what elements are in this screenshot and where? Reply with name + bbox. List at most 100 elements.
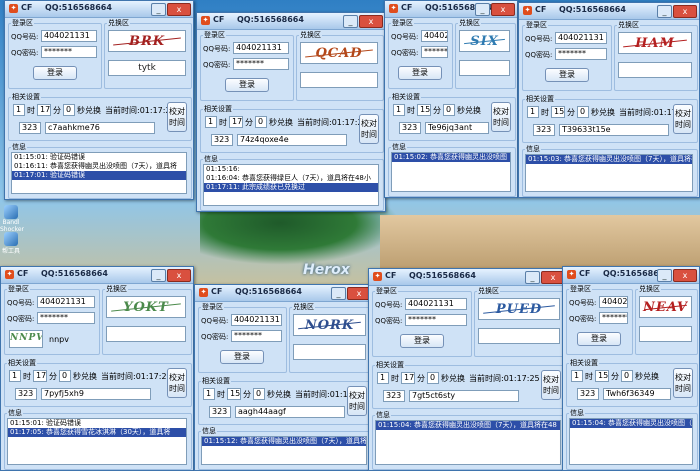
count-field[interactable]: 323 <box>209 406 231 418</box>
password-field[interactable]: ******* <box>405 314 467 326</box>
minute-field[interactable]: 15 <box>551 106 565 118</box>
hour-field[interactable]: 1 <box>571 370 583 382</box>
minute-field[interactable]: 17 <box>401 372 415 384</box>
minimize-button[interactable]: _ <box>331 287 346 300</box>
title-bar[interactable]: ✦ CF QQ:516568664 _ x <box>197 13 385 30</box>
log-entry[interactable]: 01:17:01: 验证码错误 <box>12 171 186 180</box>
qq-number-field[interactable]: 404021131 <box>405 298 467 310</box>
app-window[interactable]: ✦CFQQ:516568664_x登录区QQ号码:404021131QQ密码:*… <box>368 268 568 471</box>
log-list[interactable]: 01:15:01: 验证码错误 01:17:05: 恭喜您获得雪花冰淇淋（30天）… <box>7 418 187 465</box>
captcha-answer-input[interactable] <box>300 72 378 88</box>
qq-number-field[interactable]: 404021131 <box>37 296 95 308</box>
login-button[interactable]: 登录 <box>545 68 589 82</box>
calibrate-time-button[interactable]: 校对 时间 <box>673 368 693 398</box>
login-button[interactable]: 登录 <box>220 350 264 364</box>
desktop-icon-tool[interactable]: 帮工具 <box>0 232 22 255</box>
app-window[interactable]: ✦CFQQ:516568664_x登录区QQ号码:404021131QQ密码:*… <box>518 2 700 198</box>
app-window[interactable]: ✦CFQQ:516568664_x登录区QQ号码:404021131QQ密码:*… <box>0 266 194 471</box>
log-entry[interactable]: 01:15:03: 恭喜您获得幽灵出没喷图（7天），道具将在4 <box>526 155 692 164</box>
calibrate-time-button[interactable]: 校对 时间 <box>347 386 367 416</box>
log-entry[interactable]: 01:15:16: <box>204 165 378 174</box>
code-field[interactable]: 7pyfj5xh9 <box>41 388 151 400</box>
calibrate-time-button[interactable]: 校对 时间 <box>167 368 187 398</box>
hour-field[interactable]: 1 <box>527 106 539 118</box>
calibrate-time-button[interactable]: 校对 时间 <box>541 370 561 400</box>
title-bar[interactable]: ✦ CF QQ:516568664 _ x <box>519 3 699 20</box>
title-bar[interactable]: ✦ CF QQ:516568664 _ x <box>369 269 567 286</box>
close-button[interactable]: x <box>359 15 383 28</box>
minimize-button[interactable]: _ <box>525 271 540 284</box>
hour-field[interactable]: 1 <box>393 104 405 116</box>
code-field[interactable]: T39633t15e <box>559 124 669 136</box>
title-bar[interactable]: ✦ CF QQ:516568664 _ x <box>195 285 373 302</box>
minimize-button[interactable]: _ <box>151 3 166 16</box>
log-entry[interactable]: 01:17:05: 恭喜您获得雪花冰淇淋（30天），道具将 <box>8 428 186 437</box>
login-button[interactable]: 登录 <box>398 66 442 80</box>
log-entry[interactable]: 01:17:11: 此宗成绩获已兑换过 <box>204 183 378 192</box>
log-list[interactable]: 01:15:03: 恭喜您获得幽灵出没喷图（7天），道具将在4 <box>525 154 693 192</box>
minute-field[interactable]: 17 <box>33 370 47 382</box>
log-list[interactable]: 01:15:04: 恭喜您获得幽灵出没喷图（7天），道具将在4 <box>569 418 693 465</box>
login-button[interactable]: 登录 <box>33 66 77 80</box>
second-field[interactable]: 0 <box>427 372 439 384</box>
code-field[interactable]: 7gt5ct6sty <box>409 390 519 402</box>
count-field[interactable]: 323 <box>577 388 599 400</box>
log-list[interactable]: 01:15:16: 01:16:04: 恭喜您获得绿巨人（7天），道具将在48小 0… <box>203 164 379 206</box>
second-field[interactable]: 0 <box>577 106 589 118</box>
qq-number-field[interactable]: 404021131 <box>233 42 289 54</box>
code-field[interactable]: aagh44aagf <box>235 406 345 418</box>
app-window[interactable]: ✦CFQQ:516568664_x登录区QQ号码:404021131QQ密码:*… <box>196 12 386 212</box>
qq-number-field[interactable]: 404021131 <box>555 32 607 44</box>
password-field[interactable]: ******* <box>233 58 289 70</box>
qq-number-field[interactable]: 404021131 <box>421 30 448 42</box>
second-field[interactable]: 0 <box>63 104 75 116</box>
log-list[interactable]: 01:15:02: 恭喜您获得幽灵出没喷图（7天），道具将在4 <box>391 152 511 192</box>
log-entry[interactable]: 01:16:04: 恭喜您获得绿巨人（7天），道具将在48小 <box>204 174 378 183</box>
captcha-answer-input[interactable]: tytk <box>108 60 186 76</box>
code-field[interactable]: Twh6f36349 <box>603 388 671 400</box>
second-field[interactable]: 0 <box>253 388 265 400</box>
login-button[interactable]: 登录 <box>400 334 444 348</box>
close-button[interactable]: x <box>491 3 515 16</box>
calibrate-time-button[interactable]: 校对 时间 <box>359 114 379 144</box>
second-field[interactable]: 0 <box>255 116 267 128</box>
log-entry[interactable]: 01:15:01: 验证码错误 <box>8 419 186 428</box>
captcha-answer-input[interactable] <box>639 326 692 342</box>
calibrate-time-button[interactable]: 校对 时间 <box>167 102 187 132</box>
app-window[interactable]: ✦CFQQ:516568664_x登录区QQ号码:404021131QQ密码:*… <box>4 0 194 200</box>
password-field[interactable]: ******* <box>555 48 607 60</box>
qq-number-field[interactable]: 404021131 <box>599 296 628 308</box>
minute-field[interactable]: 15 <box>595 370 609 382</box>
password-field[interactable]: ******* <box>231 330 282 342</box>
minimize-button[interactable]: _ <box>151 269 166 282</box>
qq-number-field[interactable]: 404021131 <box>41 30 97 42</box>
minimize-button[interactable]: _ <box>475 3 490 16</box>
captcha-answer-input[interactable] <box>618 62 692 78</box>
minute-field[interactable]: 15 <box>417 104 431 116</box>
count-field[interactable]: 323 <box>533 124 555 136</box>
count-field[interactable]: 323 <box>15 388 37 400</box>
desktop-icon-shocker[interactable]: Bandl Shocker <box>0 205 24 233</box>
code-field[interactable]: c7aahkme76 <box>45 122 155 134</box>
minimize-button[interactable]: _ <box>657 269 672 282</box>
captcha-answer-input[interactable] <box>459 60 510 76</box>
login-button[interactable]: 登录 <box>225 78 269 92</box>
hour-field[interactable]: 1 <box>203 388 215 400</box>
minute-field[interactable]: 15 <box>227 388 241 400</box>
captcha-answer-input[interactable] <box>293 344 366 360</box>
calibrate-time-button[interactable]: 校对 时间 <box>491 102 511 132</box>
log-entry[interactable]: 01:16:11: 恭喜您获得幽灵出没喷图（7天），道具将 <box>12 162 186 171</box>
captcha-answer-input[interactable] <box>106 326 186 342</box>
log-entry[interactable]: 01:15:01: 验证码错误 <box>12 153 186 162</box>
app-window[interactable]: ✦CFQQ:516568664_x登录区QQ号码:404021131QQ密码:*… <box>194 284 374 471</box>
password-field[interactable]: ******* <box>421 46 448 58</box>
password-field[interactable]: ******* <box>41 46 97 58</box>
captcha-answer-input[interactable] <box>478 328 560 344</box>
close-button[interactable]: x <box>673 5 697 18</box>
log-entry[interactable]: 01:15:04: 恭喜您获得幽灵出没喷图（7天），道具将在4 <box>570 419 692 428</box>
count-field[interactable]: 323 <box>211 134 233 146</box>
log-entry[interactable]: 01:15:02: 恭喜您获得幽灵出没喷图（7天），道具将在4 <box>392 153 510 162</box>
minimize-button[interactable]: _ <box>343 15 358 28</box>
second-field[interactable]: 0 <box>443 104 455 116</box>
hour-field[interactable]: 1 <box>377 372 389 384</box>
